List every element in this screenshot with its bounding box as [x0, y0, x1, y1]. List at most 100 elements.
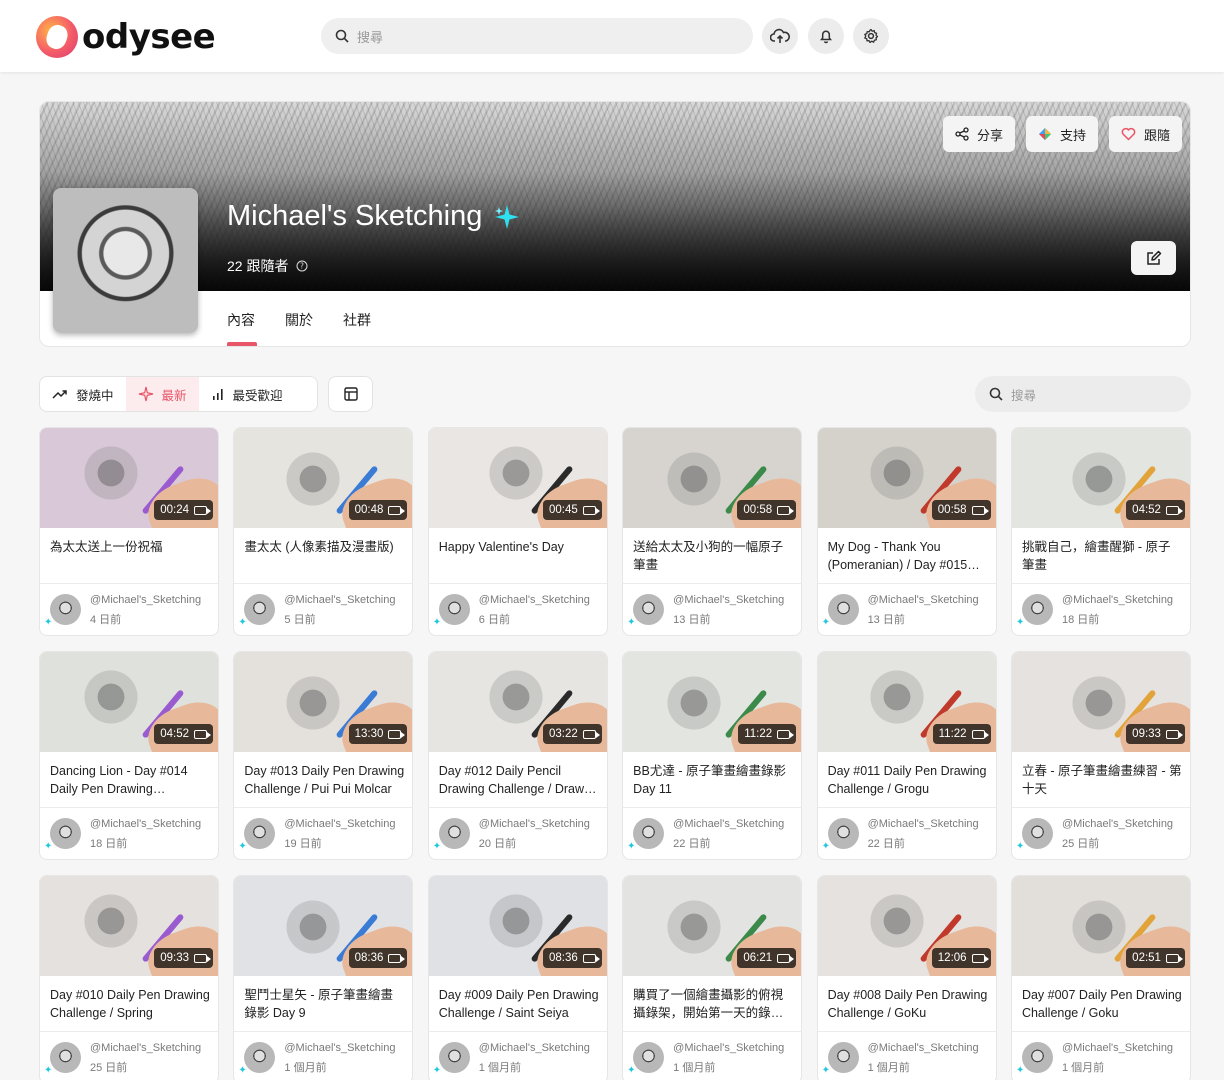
sort-newest-button[interactable]: 最新 — [125, 377, 199, 411]
video-thumbnail[interactable]: 11:22 — [623, 652, 802, 752]
channel-avatar-small[interactable] — [1021, 594, 1053, 625]
tab-content[interactable]: 內容 — [227, 310, 255, 330]
channel-avatar-small[interactable] — [633, 1042, 665, 1073]
video-card[interactable]: 02:51 Day #007 Daily Pen Drawing Challeng… — [1010, 875, 1191, 1080]
tab-community[interactable]: 社群 — [343, 310, 371, 330]
tab-about[interactable]: 關於 — [285, 310, 313, 330]
notifications-button[interactable] — [808, 18, 844, 54]
video-title[interactable]: 立春 - 原子筆畫繪畫練習 - 第十天 — [1022, 762, 1182, 798]
video-card[interactable]: 11:22 BB尤達 - 原子筆畫繪畫錄影 Day 11 ✦ @Michael's_S… — [622, 651, 803, 860]
video-channel-name[interactable]: @Michael's_Sketching — [868, 1042, 979, 1054]
channel-avatar-small[interactable] — [244, 594, 276, 625]
video-title[interactable]: Day #007 Daily Pen Drawing Challenge / G… — [1022, 986, 1182, 1022]
video-thumbnail[interactable]: 09:33 — [40, 876, 218, 976]
video-channel-name[interactable]: @Michael's_Sketching — [284, 594, 395, 606]
video-title[interactable]: Day #010 Daily Pen Drawing Challenge / S… — [50, 986, 210, 1022]
video-channel-name[interactable]: @Michael's_Sketching — [479, 1042, 590, 1054]
help-icon[interactable]: ? — [296, 260, 308, 272]
video-card[interactable]: 08:36 聖鬥士星矢 - 原子筆畫繪畫錄影 Day 9 ✦ @Michael's_S… — [233, 875, 414, 1080]
share-button[interactable]: 分享 — [943, 116, 1016, 152]
video-title[interactable]: 送給太太及小狗的一幅原子筆畫 — [633, 538, 793, 574]
sort-top-button[interactable]: 最受歡迎 — [199, 377, 295, 411]
video-channel-name[interactable]: @Michael's_Sketching — [868, 818, 979, 830]
video-card[interactable]: 04:52 挑戰自己，繪畫醒獅 - 原子筆畫 ✦ @Michael's_Sketchi… — [1010, 427, 1191, 636]
video-title[interactable]: Dancing Lion - Day #014 Daily Pen Drawin… — [50, 762, 210, 798]
channel-avatar-small[interactable] — [827, 594, 859, 625]
channel-avatar-small[interactable] — [633, 818, 665, 849]
video-channel-name[interactable]: @Michael's_Sketching — [1062, 594, 1173, 606]
video-title[interactable]: Day #011 Daily Pen Drawing Challenge / G… — [828, 762, 988, 798]
channel-content-search-input[interactable]: 搜尋 — [975, 376, 1191, 412]
video-channel-name[interactable]: @Michael's_Sketching — [673, 818, 784, 830]
video-thumbnail[interactable]: 00:58 — [623, 428, 802, 528]
video-card[interactable]: 00:58 送給太太及小狗的一幅原子筆畫 ✦ @Michael's_Sketching… — [622, 427, 803, 636]
video-card[interactable]: 03:22 Day #012 Daily Pencil Drawing Chall… — [427, 651, 608, 860]
video-card[interactable]: 06:21 購買了一個繪畫攝影的俯視攝錄架，開始第一天的錄影練習 ✦ @Michael… — [622, 875, 803, 1080]
follow-button[interactable]: 跟隨 — [1109, 116, 1183, 152]
channel-avatar-small[interactable] — [244, 1042, 276, 1073]
video-channel-name[interactable]: @Michael's_Sketching — [479, 818, 590, 830]
video-channel-name[interactable]: @Michael's_Sketching — [673, 594, 784, 606]
video-thumbnail[interactable]: 12:06 — [817, 876, 996, 976]
video-thumbnail[interactable]: 03:22 — [428, 652, 607, 752]
video-channel-name[interactable]: @Michael's_Sketching — [479, 594, 590, 606]
settings-button[interactable] — [853, 18, 889, 54]
video-thumbnail[interactable]: 11:22 — [817, 652, 996, 752]
support-button[interactable]: 支持 — [1026, 116, 1099, 152]
video-title[interactable]: BB尤達 - 原子筆畫繪畫錄影 Day 11 — [633, 762, 793, 798]
video-title[interactable]: Day #008 Daily Pen Drawing Challenge / G… — [828, 986, 988, 1022]
edit-channel-button[interactable] — [1131, 241, 1176, 275]
video-thumbnail[interactable]: 06:21 — [623, 876, 802, 976]
video-card[interactable]: 08:36 Day #009 Daily Pen Drawing Challeng… — [427, 875, 608, 1080]
video-title[interactable]: 挑戰自己，繪畫醒獅 - 原子筆畫 — [1022, 538, 1182, 574]
video-thumbnail[interactable]: 04:52 — [1011, 428, 1190, 528]
channel-avatar-small[interactable] — [1021, 818, 1053, 849]
layout-toggle-button[interactable] — [328, 376, 373, 412]
video-channel-name[interactable]: @Michael's_Sketching — [284, 818, 395, 830]
video-thumbnail[interactable]: 00:48 — [234, 428, 413, 528]
video-thumbnail[interactable]: 09:33 — [1011, 652, 1190, 752]
video-thumbnail[interactable]: 02:51 — [1011, 876, 1190, 976]
video-thumbnail[interactable]: 13:30 — [234, 652, 413, 752]
video-card[interactable]: 00:48 畫太太 (人像素描及漫畫版) ✦ @Michael's_Sketching… — [233, 427, 414, 636]
video-title[interactable]: 購買了一個繪畫攝影的俯視攝錄架，開始第一天的錄影練習 — [633, 986, 793, 1022]
video-title[interactable]: 聖鬥士星矢 - 原子筆畫繪畫錄影 Day 9 — [244, 986, 404, 1022]
video-title[interactable]: Happy Valentine's Day — [439, 538, 599, 556]
video-channel-name[interactable]: @Michael's_Sketching — [673, 1042, 784, 1054]
video-channel-name[interactable]: @Michael's_Sketching — [1062, 818, 1173, 830]
channel-avatar-small[interactable] — [244, 818, 276, 849]
video-title[interactable]: Day #009 Daily Pen Drawing Challenge / S… — [439, 986, 599, 1022]
video-thumbnail[interactable]: 08:36 — [234, 876, 413, 976]
channel-avatar-small[interactable] — [827, 818, 859, 849]
video-card[interactable]: 00:24 為太太送上一份祝福 ✦ @Michael's_Sketching 4 日前 — [39, 427, 219, 636]
odysee-logo[interactable]: odysee — [36, 16, 216, 58]
video-thumbnail[interactable]: 04:52 — [40, 652, 218, 752]
channel-avatar-small[interactable] — [50, 818, 81, 849]
video-card[interactable]: 00:45 Happy Valentine's Day ✦ @Michael's_Sk… — [427, 427, 608, 636]
video-channel-name[interactable]: @Michael's_Sketching — [90, 594, 201, 606]
video-card[interactable]: 00:58 My Dog - Thank You (Pomeranian) / D… — [816, 427, 997, 636]
video-thumbnail[interactable]: 08:36 — [428, 876, 607, 976]
video-channel-name[interactable]: @Michael's_Sketching — [90, 1042, 201, 1054]
video-card[interactable]: 11:22 Day #011 Daily Pen Drawing Challeng… — [816, 651, 997, 860]
video-title[interactable]: My Dog - Thank You (Pomeranian) / Day #0… — [828, 538, 988, 574]
video-title[interactable]: Day #013 Daily Pen Drawing Challenge / P… — [244, 762, 404, 798]
video-title[interactable]: Day #012 Daily Pencil Drawing Challenge … — [439, 762, 599, 798]
video-card[interactable]: 13:30 Day #013 Daily Pen Drawing Challeng… — [233, 651, 414, 860]
sort-trending-button[interactable]: 發燒中 — [40, 377, 126, 411]
video-channel-name[interactable]: @Michael's_Sketching — [90, 818, 201, 830]
video-title[interactable]: 畫太太 (人像素描及漫畫版) — [244, 538, 404, 556]
channel-avatar-small[interactable] — [827, 1042, 859, 1073]
video-channel-name[interactable]: @Michael's_Sketching — [1062, 1042, 1173, 1054]
video-thumbnail[interactable]: 00:24 — [40, 428, 218, 528]
channel-avatar[interactable] — [53, 188, 198, 333]
video-thumbnail[interactable]: 00:58 — [817, 428, 996, 528]
channel-avatar-small[interactable] — [438, 818, 470, 849]
channel-avatar-small[interactable] — [438, 1042, 470, 1073]
channel-avatar-small[interactable] — [1021, 1042, 1053, 1073]
video-card[interactable]: 09:33 Day #010 Daily Pen Drawing Challeng… — [39, 875, 219, 1080]
channel-avatar-small[interactable] — [50, 1042, 81, 1073]
video-card[interactable]: 12:06 Day #008 Daily Pen Drawing Challeng… — [816, 875, 997, 1080]
video-card[interactable]: 09:33 立春 - 原子筆畫繪畫練習 - 第十天 ✦ @Michael's_Sket… — [1010, 651, 1191, 860]
channel-avatar-small[interactable] — [50, 594, 81, 625]
